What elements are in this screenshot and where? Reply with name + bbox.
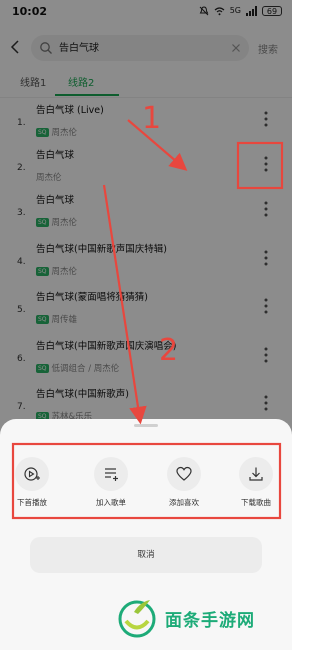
add-favorite-label: 添加喜欢: [169, 498, 199, 507]
cancel-button[interactable]: 取消: [30, 537, 262, 573]
play-next-label: 下首播放: [17, 498, 47, 507]
download-icon: [249, 467, 263, 481]
add-favorite-button[interactable]: 添加喜欢: [154, 457, 214, 513]
add-to-playlist-button[interactable]: 加入歌单: [81, 457, 141, 513]
watermark-logo: [118, 600, 156, 638]
add-to-playlist-label: 加入歌单: [96, 498, 126, 507]
app-screen: 10:02 5G 69 搜索 线路1 线路2 1. 告白气球 (Live) SQ…: [0, 0, 292, 650]
play-next-circle: [15, 457, 49, 491]
add-to-playlist-icon: [105, 468, 118, 481]
add-to-playlist-circle: [94, 457, 128, 491]
watermark: 面条手游网: [110, 592, 280, 642]
watermark-text: 面条手游网: [165, 611, 255, 631]
play-next-icon: [24, 467, 40, 481]
play-next-button[interactable]: 下首播放: [2, 457, 62, 513]
download-song-label: 下载歌曲: [241, 498, 271, 507]
add-favorite-circle: [167, 457, 201, 491]
download-song-button[interactable]: 下载歌曲: [226, 457, 286, 513]
download-song-circle: [239, 457, 273, 491]
sheet-grabber[interactable]: [134, 424, 158, 427]
heart-icon: [176, 466, 192, 481]
